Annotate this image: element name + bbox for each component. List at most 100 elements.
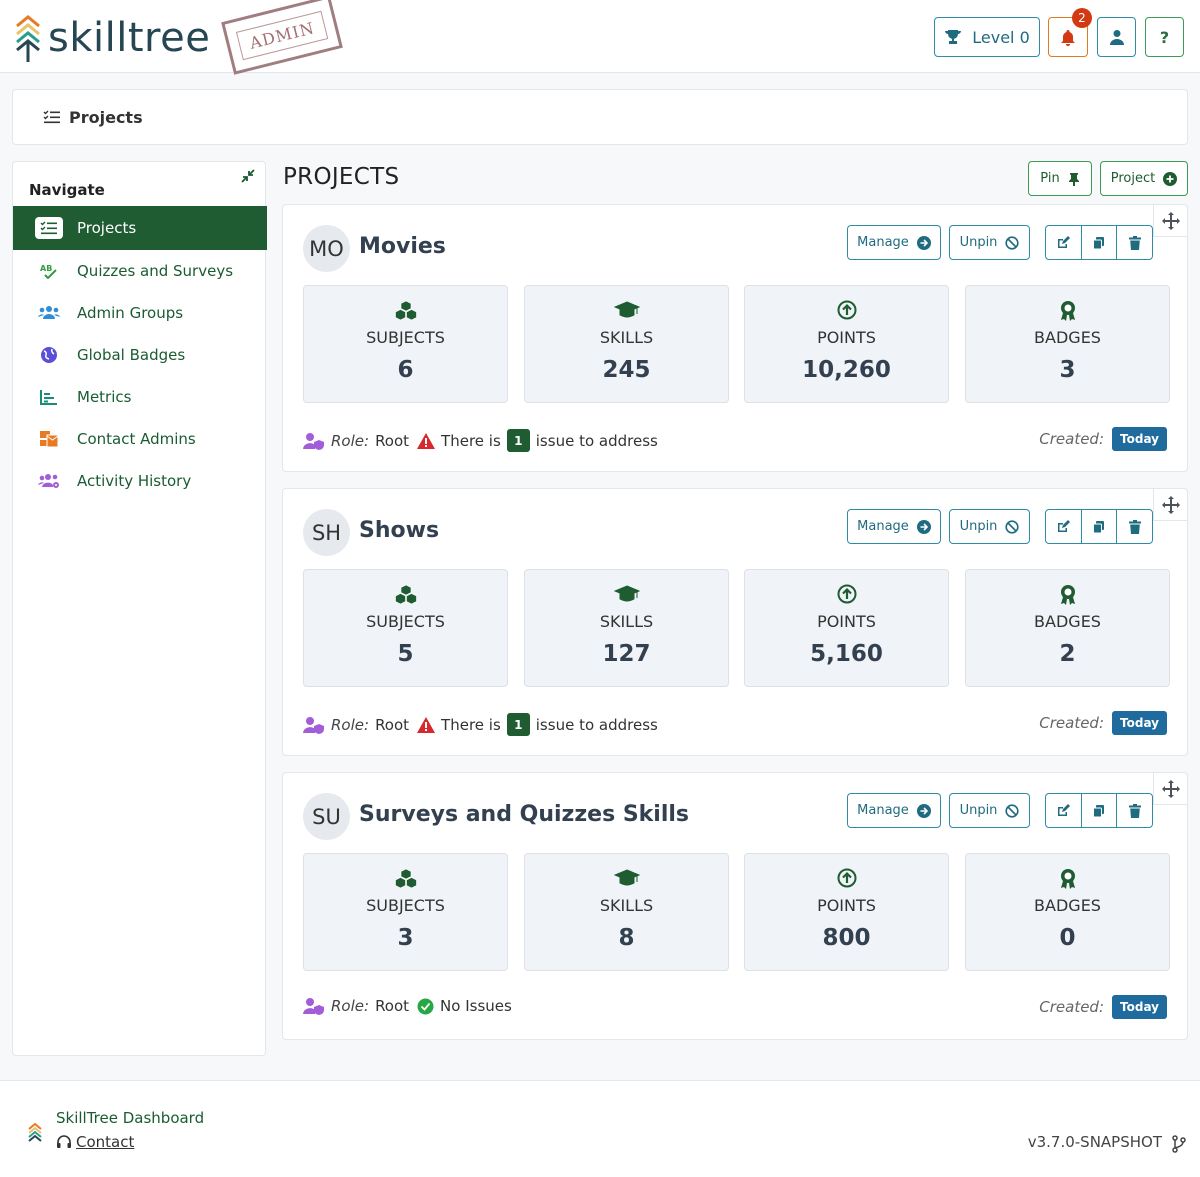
stat-value: 5,160	[810, 641, 883, 667]
copy-icon[interactable]	[1082, 510, 1118, 543]
copy-icon[interactable]	[1082, 226, 1118, 259]
trash-icon[interactable]	[1117, 794, 1152, 827]
drag-move-icon[interactable]	[1153, 205, 1187, 237]
user-shield-icon	[303, 998, 324, 1015]
graduation-cap-icon	[525, 868, 728, 890]
stat-value: 8	[618, 925, 635, 951]
project-name[interactable]: Surveys and Quizzes Skills	[359, 802, 689, 827]
edit-icon[interactable]	[1046, 510, 1082, 543]
admin-stamp-text: ADMIN	[235, 10, 329, 60]
manage-button[interactable]: Manage	[847, 793, 941, 828]
arrow-circle-right-icon	[916, 519, 931, 534]
top-header: skilltree ADMIN Level 0 2 ?	[0, 0, 1200, 75]
sidebar-navigation: Navigate Projects AB Quizzes and Surveys…	[12, 161, 267, 1056]
notification-count-badge: 2	[1072, 8, 1092, 28]
edit-icon[interactable]	[1046, 794, 1082, 827]
copy-icon[interactable]	[1082, 794, 1118, 827]
level-button[interactable]: Level 0	[934, 17, 1040, 57]
breadcrumb-projects[interactable]: Projects	[69, 108, 143, 127]
issue-suffix: issue to address	[535, 431, 658, 450]
project-card: SU Surveys and Quizzes Skills Manage Unp…	[282, 772, 1188, 1040]
manage-label: Manage	[857, 519, 909, 534]
sidebar-title: Navigate	[29, 181, 105, 199]
unpin-button[interactable]: Unpin	[949, 225, 1030, 260]
created-info: Created: Today	[1039, 427, 1167, 451]
created-badge: Today	[1112, 427, 1167, 451]
skilltree-logo[interactable]: skilltree	[14, 14, 210, 62]
sidebar-item-label: Contact Admins	[77, 430, 196, 448]
stat-value: 3	[1059, 357, 1076, 383]
sidebar-item-label: Activity History	[77, 472, 192, 490]
unpin-label: Unpin	[959, 235, 998, 250]
headset-icon	[57, 1134, 71, 1148]
footer-contact-link[interactable]: Contact	[56, 1133, 134, 1151]
no-issues-label: No Issues	[440, 997, 512, 1015]
pin-button[interactable]: Pin	[1028, 161, 1092, 196]
role-label: Role:	[331, 997, 370, 1015]
stat-value: 6	[397, 357, 414, 383]
stat-value: 0	[1059, 925, 1076, 951]
mail-bulk-icon	[35, 428, 63, 450]
stat-label: BADGES	[1034, 328, 1101, 347]
stat-value: 245	[602, 357, 651, 383]
manage-button[interactable]: Manage	[847, 225, 941, 260]
ban-icon	[1005, 519, 1020, 534]
stat-label: POINTS	[817, 612, 876, 631]
ban-icon	[1005, 803, 1020, 818]
stat-value: 800	[822, 925, 871, 951]
pin-icon	[1068, 172, 1079, 186]
ban-icon	[1005, 235, 1020, 250]
drag-move-icon[interactable]	[1153, 489, 1187, 521]
sidebar-item-global-badges[interactable]: Global Badges	[13, 334, 267, 376]
unpin-button[interactable]: Unpin	[949, 793, 1030, 828]
new-project-button[interactable]: Project	[1100, 161, 1188, 196]
arrow-circle-up-icon	[745, 584, 948, 606]
project-meta: Role: Root There is 1 issue to address	[303, 713, 658, 736]
drag-move-icon[interactable]	[1153, 773, 1187, 805]
manage-label: Manage	[857, 803, 909, 818]
user-menu-button[interactable]	[1097, 17, 1136, 57]
new-project-label: Project	[1110, 171, 1156, 186]
logo-text: skilltree	[48, 15, 211, 61]
manage-button[interactable]: Manage	[847, 509, 941, 544]
trash-icon[interactable]	[1117, 226, 1152, 259]
issue-prefix: There is	[441, 715, 501, 734]
unpin-button[interactable]: Unpin	[949, 509, 1030, 544]
issue-count-badge[interactable]: 1	[506, 429, 530, 452]
sidebar-item-admin-groups[interactable]: Admin Groups	[13, 292, 267, 334]
globe-icon	[35, 344, 63, 366]
project-actions-group	[1045, 793, 1153, 828]
cubes-icon	[304, 868, 507, 890]
skills-stat: SKILLS 127	[524, 569, 729, 687]
project-name[interactable]: Shows	[359, 518, 439, 543]
issue-count-badge[interactable]: 1	[506, 713, 530, 736]
sidebar-item-metrics[interactable]: Metrics	[13, 376, 267, 418]
created-label: Created:	[1039, 998, 1105, 1016]
points-stat: POINTS 10,260	[744, 285, 949, 403]
stat-label: POINTS	[817, 328, 876, 347]
tree-logo-icon	[16, 15, 40, 62]
warning-icon	[417, 716, 436, 733]
stat-label: SUBJECTS	[366, 896, 445, 915]
tree-logo-icon	[28, 1123, 42, 1142]
help-button[interactable]: ?	[1145, 17, 1184, 57]
role-value: Root	[375, 431, 410, 450]
unpin-label: Unpin	[959, 803, 998, 818]
edit-icon[interactable]	[1046, 226, 1082, 259]
sidebar-item-contact-admins[interactable]: Contact Admins	[13, 418, 267, 460]
arrow-circle-up-icon	[745, 868, 948, 890]
project-avatar: MO	[303, 225, 350, 272]
project-avatar: SH	[303, 509, 350, 556]
trash-icon[interactable]	[1117, 510, 1152, 543]
arrow-circle-right-icon	[916, 235, 931, 250]
collapse-sidebar-icon[interactable]	[241, 169, 255, 187]
sidebar-item-activity-history[interactable]: Activity History	[13, 460, 267, 502]
sidebar-item-quizzes[interactable]: AB Quizzes and Surveys	[13, 250, 267, 292]
created-badge: Today	[1112, 995, 1167, 1019]
sidebar-item-label: Global Badges	[77, 346, 186, 364]
svg-text:AB: AB	[40, 264, 52, 273]
project-name[interactable]: Movies	[359, 234, 446, 259]
sidebar-item-projects[interactable]: Projects	[13, 206, 267, 250]
award-icon	[966, 300, 1169, 322]
users-icon	[35, 302, 63, 324]
